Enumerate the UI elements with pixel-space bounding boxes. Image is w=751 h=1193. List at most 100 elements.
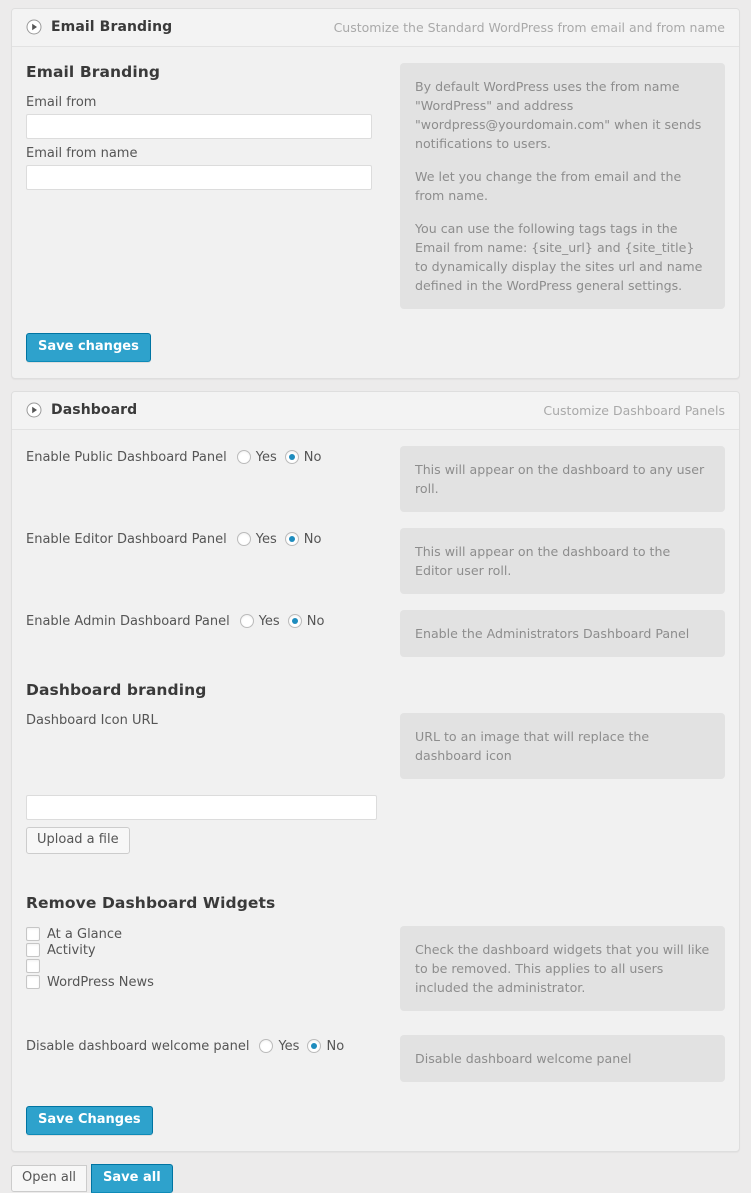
radio-option-yes[interactable]: Yes bbox=[259, 1039, 299, 1054]
save-all-button[interactable]: Save all bbox=[91, 1164, 173, 1193]
panel-header-left: Email Branding bbox=[26, 19, 172, 35]
email-branding-help-box: By default WordPress uses the from name … bbox=[400, 63, 725, 309]
dashboard-icon-url-input[interactable] bbox=[26, 795, 377, 820]
radio-label-yes: Yes bbox=[258, 613, 280, 629]
row-help: Check the dashboard widgets that you wil… bbox=[388, 926, 725, 1011]
row-enable-public-dashboard-panel: Enable Public Dashboard Panel Yes No Thi… bbox=[26, 446, 725, 512]
save-changes-dashboard-button[interactable]: Save Changes bbox=[26, 1106, 153, 1135]
checkbox-label-wordpress-news: WordPress News bbox=[47, 974, 154, 990]
radio-group-label: Enable Public Dashboard Panel bbox=[26, 449, 227, 465]
checkbox-at-a-glance[interactable] bbox=[26, 927, 40, 941]
radio-mark-no[interactable] bbox=[287, 614, 302, 628]
radio-label-no: No bbox=[306, 613, 325, 629]
row-control: Enable Admin Dashboard Panel Yes No bbox=[26, 610, 388, 632]
help-disable-welcome-panel: Disable dashboard welcome panel bbox=[400, 1035, 725, 1082]
checkbox-row-unlabeled[interactable] bbox=[26, 958, 388, 974]
radio-mark-yes[interactable] bbox=[236, 450, 251, 464]
footer-bar: Open all Save all bbox=[0, 1164, 751, 1193]
email-from-name-input[interactable] bbox=[26, 165, 372, 190]
panel-title: Dashboard bbox=[51, 402, 138, 418]
help-remove-dashboard-widgets: Check the dashboard widgets that you wil… bbox=[400, 926, 725, 1011]
radio-label-yes: Yes bbox=[278, 1038, 300, 1054]
help-paragraph: By default WordPress uses the from name … bbox=[415, 79, 702, 151]
checkbox-row-at-a-glance[interactable]: At a Glance bbox=[26, 926, 388, 942]
row-control: Disable dashboard welcome panel Yes No bbox=[26, 1035, 388, 1057]
radio-mark-yes[interactable] bbox=[236, 532, 251, 546]
row-help: This will appear on the dashboard to the… bbox=[388, 528, 725, 594]
radio-group-label: Enable Admin Dashboard Panel bbox=[26, 613, 230, 629]
email-branding-row: Email Branding Email from Email from nam… bbox=[26, 63, 725, 309]
radio-group-label: Disable dashboard welcome panel bbox=[26, 1038, 250, 1054]
panel-subtitle: Customize Dashboard Panels bbox=[543, 402, 725, 418]
radio-group-admin-dashboard: Enable Admin Dashboard Panel Yes No bbox=[26, 610, 388, 632]
help-dashboard-icon-url: URL to an image that will replace the da… bbox=[400, 713, 725, 779]
panel-header-email-branding[interactable]: Email Branding Customize the Standard Wo… bbox=[12, 9, 739, 47]
row-help: URL to an image that will replace the da… bbox=[388, 713, 725, 779]
row-control: Enable Public Dashboard Panel Yes No bbox=[26, 446, 388, 468]
radio-mark-yes[interactable] bbox=[239, 614, 254, 628]
radio-mark-yes[interactable] bbox=[259, 1039, 274, 1053]
radio-option-yes[interactable]: Yes bbox=[236, 450, 277, 465]
radio-mark-no[interactable] bbox=[307, 1039, 322, 1053]
radio-mark-no[interactable] bbox=[284, 532, 299, 546]
circle-play-icon[interactable] bbox=[26, 402, 42, 418]
panel-header-dashboard[interactable]: Dashboard Customize Dashboard Panels bbox=[12, 392, 739, 430]
panel-body-dashboard: Enable Public Dashboard Panel Yes No Thi… bbox=[12, 430, 739, 1151]
email-from-label: Email from bbox=[26, 95, 97, 110]
upload-a-file-button[interactable]: Upload a file bbox=[26, 827, 130, 854]
radio-label-yes: Yes bbox=[255, 531, 277, 547]
panel-body-email-branding: Email Branding Email from Email from nam… bbox=[12, 47, 739, 378]
row-control: Enable Editor Dashboard Panel Yes No bbox=[26, 528, 388, 550]
panel-header-left: Dashboard bbox=[26, 402, 137, 418]
panel-dashboard: Dashboard Customize Dashboard Panels Ena… bbox=[11, 391, 740, 1152]
checkbox-label-activity: Activity bbox=[47, 942, 96, 958]
help-paragraph: You can use the following tags tags in t… bbox=[415, 221, 703, 293]
radio-label-no: No bbox=[303, 449, 322, 465]
radio-option-no[interactable]: No bbox=[287, 613, 325, 629]
radio-label-no: No bbox=[303, 531, 322, 547]
email-branding-help-column: By default WordPress uses the from name … bbox=[388, 63, 725, 309]
radio-label-no: No bbox=[326, 1038, 345, 1054]
checkbox-row-wordpress-news[interactable]: WordPress News bbox=[26, 974, 388, 990]
help-public-dashboard: This will appear on the dashboard to any… bbox=[400, 446, 725, 512]
email-from-name-label: Email from name bbox=[26, 146, 138, 161]
radio-group-public-dashboard: Enable Public Dashboard Panel Yes No bbox=[26, 446, 388, 468]
save-changes-email-branding-button[interactable]: Save changes bbox=[26, 333, 151, 362]
radio-group-disable-welcome-panel: Disable dashboard welcome panel Yes No bbox=[26, 1035, 388, 1057]
row-help: Disable dashboard welcome panel bbox=[388, 1035, 725, 1082]
radio-group-label: Enable Editor Dashboard Panel bbox=[26, 531, 227, 547]
radio-option-yes[interactable]: Yes bbox=[236, 531, 277, 547]
circle-play-icon[interactable] bbox=[26, 19, 42, 35]
row-control: At a Glance Activity WordPress News bbox=[26, 926, 388, 990]
radio-option-no[interactable]: No bbox=[307, 1039, 344, 1054]
row-enable-editor-dashboard-panel: Enable Editor Dashboard Panel Yes No Thi… bbox=[26, 528, 725, 594]
row-help: This will appear on the dashboard to any… bbox=[388, 446, 725, 512]
row-enable-admin-dashboard-panel: Enable Admin Dashboard Panel Yes No Enab… bbox=[26, 610, 725, 657]
help-admin-dashboard: Enable the Administrators Dashboard Pane… bbox=[400, 610, 725, 657]
panel-email-branding: Email Branding Customize the Standard Wo… bbox=[11, 8, 740, 379]
checkbox-unlabeled[interactable] bbox=[26, 959, 40, 973]
radio-option-no[interactable]: No bbox=[284, 449, 322, 465]
row-control: Dashboard Icon URL bbox=[26, 713, 388, 732]
section-heading-remove-dashboard-widgets: Remove Dashboard Widgets bbox=[26, 894, 276, 912]
row-help: Enable the Administrators Dashboard Pane… bbox=[388, 610, 725, 657]
checkbox-activity[interactable] bbox=[26, 943, 40, 957]
open-all-button[interactable]: Open all bbox=[11, 1165, 88, 1192]
radio-group-editor-dashboard: Enable Editor Dashboard Panel Yes No bbox=[26, 528, 388, 550]
email-branding-form: Email Branding Email from Email from nam… bbox=[26, 63, 388, 197]
row-dashboard-icon-url: Dashboard Icon URL URL to an image that … bbox=[26, 713, 725, 779]
radio-option-no[interactable]: No bbox=[284, 531, 322, 547]
checkbox-row-activity[interactable]: Activity bbox=[26, 942, 388, 958]
panel-subtitle: Customize the Standard WordPress from em… bbox=[333, 19, 725, 35]
radio-option-yes[interactable]: Yes bbox=[239, 613, 280, 629]
row-disable-dashboard-welcome-panel: Disable dashboard welcome panel Yes No D… bbox=[26, 1035, 725, 1082]
help-paragraph: We let you change the from email and the… bbox=[415, 169, 682, 203]
radio-mark-no[interactable] bbox=[284, 450, 299, 464]
section-heading-dashboard-branding: Dashboard branding bbox=[26, 681, 207, 699]
checkbox-wordpress-news[interactable] bbox=[26, 975, 40, 989]
panel-title: Email Branding bbox=[51, 19, 173, 35]
settings-page: Email Branding Customize the Standard Wo… bbox=[0, 8, 751, 1193]
checkbox-label-at-a-glance: At a Glance bbox=[47, 926, 123, 942]
email-from-input[interactable] bbox=[26, 114, 372, 139]
section-heading-email-branding: Email Branding bbox=[26, 63, 161, 81]
